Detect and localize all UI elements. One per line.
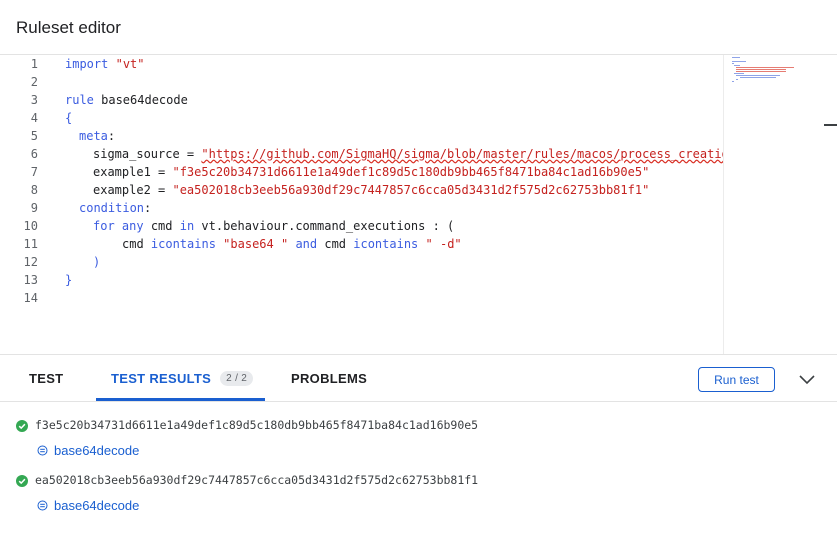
- code-text: :: [144, 201, 152, 215]
- line-number: 14: [23, 291, 38, 305]
- code-keyword: in: [179, 219, 195, 233]
- active-tab-indicator: [96, 398, 265, 401]
- code-keyword: import: [65, 57, 109, 71]
- code-keyword: condition: [79, 201, 145, 215]
- scrollbar-thumb[interactable]: [824, 124, 837, 126]
- line-number: 9: [30, 201, 38, 215]
- line-number: 6: [30, 147, 38, 161]
- minimap-line: [732, 57, 740, 58]
- run-test-button[interactable]: Run test: [698, 367, 775, 392]
- code-text: cmd: [122, 237, 151, 251]
- tab-test[interactable]: TEST: [29, 355, 63, 401]
- line-number: 12: [23, 255, 38, 269]
- minimap-line: [734, 65, 740, 66]
- code-line: rule base64decode: [65, 91, 188, 109]
- code-line: for any cmd in vt.behaviour.command_exec…: [93, 217, 454, 235]
- code-string: "vt": [115, 57, 145, 71]
- tab-label: TEST RESULTS: [111, 370, 212, 386]
- line-number: 8: [30, 183, 38, 197]
- code-line: sigma_source = "https://github.com/Sigma…: [93, 145, 723, 163]
- code-text: sigma_source =: [93, 147, 202, 161]
- code-line: import "vt": [65, 55, 145, 73]
- code-area[interactable]: import "vt" rule base64decode { meta: si…: [65, 55, 723, 354]
- code-line: example2 = "ea502018cb3eeb56a930df29c744…: [93, 181, 649, 199]
- code-text: example1 =: [93, 165, 173, 179]
- tab-problems[interactable]: PROBLEMS: [291, 355, 367, 401]
- code-line: ): [93, 255, 101, 269]
- minimap-line: [734, 73, 744, 74]
- minimap-line: [732, 81, 734, 82]
- editor-header: Ruleset editor: [0, 0, 837, 55]
- rule-name: base64decode: [54, 443, 140, 458]
- code-keyword: icontains: [150, 237, 216, 251]
- minimap-line: [736, 79, 738, 80]
- line-number: 1: [30, 57, 38, 71]
- code-keyword: and: [295, 237, 318, 251]
- tab-test-results[interactable]: TEST RESULTS 2 / 2: [111, 355, 254, 401]
- rule-icon: [37, 500, 48, 511]
- code-editor[interactable]: 1 2 3 4 5 6 7 8 9 10 11 12 13 14 import …: [0, 55, 837, 354]
- result-hash: f3e5c20b34731d6611e1a49def1c89d5c180db9b…: [35, 418, 479, 432]
- minimap-line: [736, 75, 780, 76]
- chevron-down-icon[interactable]: [797, 369, 817, 389]
- minimap-line: [732, 61, 746, 62]
- code-line: condition:: [79, 199, 151, 217]
- results-tab-bar: TEST TEST RESULTS 2 / 2 PROBLEMS Run test: [0, 354, 837, 402]
- result-rule-link[interactable]: base64decode: [37, 443, 139, 458]
- code-line: meta:: [79, 127, 115, 145]
- check-circle-icon: [16, 475, 28, 487]
- rule-name: base64decode: [54, 498, 140, 513]
- line-number: 10: [23, 219, 38, 233]
- code-line: example1 = "f3e5c20b34731d6611e1a49def1c…: [93, 163, 649, 181]
- results-count-badge: 2 / 2: [220, 370, 254, 386]
- code-keyword: any: [121, 219, 144, 233]
- line-number: 13: [23, 273, 38, 287]
- code-string: "ea502018cb3eeb56a930df29c7447857c6cca05…: [172, 183, 650, 197]
- result-hash: ea502018cb3eeb56a930df29c7447857c6cca05d…: [35, 473, 479, 487]
- code-minimap[interactable]: [723, 55, 837, 354]
- code-keyword: icontains: [353, 237, 419, 251]
- minimap-line: [732, 63, 734, 64]
- minimap-line: [736, 69, 786, 70]
- code-string: "https://github.com/SigmaHQ/sigma/blob/m…: [201, 147, 723, 161]
- code-keyword: rule: [65, 93, 94, 107]
- code-text: cmd: [143, 219, 180, 233]
- line-number: 3: [30, 93, 38, 107]
- code-text: base64decode: [93, 93, 188, 107]
- code-text: vt.behaviour.command_executions : (: [194, 219, 455, 233]
- line-number: 4: [30, 111, 38, 125]
- minimap-line: [740, 77, 776, 78]
- code-text: example2 =: [93, 183, 173, 197]
- check-circle-icon: [16, 420, 28, 432]
- code-line: {: [65, 111, 73, 125]
- code-keyword: for: [93, 219, 115, 233]
- code-string: " -d": [425, 237, 462, 251]
- tab-label: PROBLEMS: [291, 370, 368, 386]
- code-text: cmd: [317, 237, 354, 251]
- page-title: Ruleset editor: [16, 18, 121, 37]
- minimap-line: [736, 67, 794, 68]
- rule-icon: [37, 445, 48, 456]
- line-number: 7: [30, 165, 38, 179]
- minimap-line: [736, 71, 786, 72]
- line-number: 11: [23, 237, 38, 251]
- code-string: "f3e5c20b34731d6611e1a49def1c89d5c180db9…: [172, 165, 650, 179]
- code-keyword: meta: [79, 129, 108, 143]
- line-number: 5: [30, 129, 38, 143]
- code-line: }: [65, 273, 73, 287]
- tab-label: TEST: [29, 370, 64, 386]
- code-line: cmd icontains "base64 " and cmd icontain…: [122, 235, 462, 253]
- line-number: 2: [30, 75, 38, 89]
- code-text: :: [107, 129, 116, 143]
- result-rule-link[interactable]: base64decode: [37, 498, 139, 513]
- code-string: "base64 ": [223, 237, 289, 251]
